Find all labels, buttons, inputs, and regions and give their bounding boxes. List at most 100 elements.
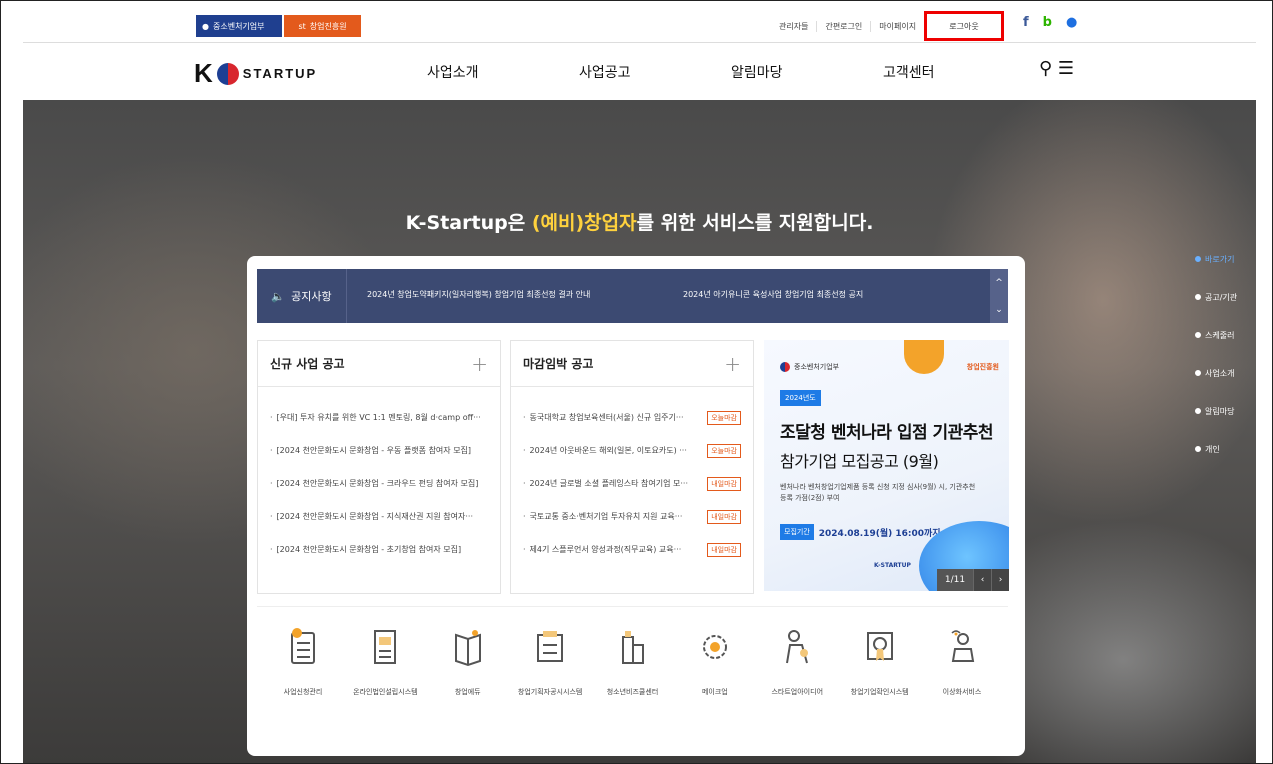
service-item[interactable]: 메이크업: [679, 627, 751, 746]
list-item[interactable]: · [2024 천안문화도시 문화창업 - 초기창업 참여자 모집]: [270, 533, 488, 566]
hero-title-post: 를 위한 서비스를 지원합니다.: [636, 212, 874, 234]
hero-title-pre: K-Startup은: [405, 212, 532, 234]
service-item[interactable]: 창업기업확인시스템: [844, 627, 916, 746]
quicknav-announcements[interactable]: 공고/기관: [1195, 278, 1255, 316]
blog-icon[interactable]: b: [1043, 15, 1052, 30]
notice-item[interactable]: 2024년 아기유니콘 육성사업 창업기업 최종선정 공지: [683, 289, 863, 300]
list-item-text: [2024 천안문화도시 문화창업 - 지식재산권 지원 참여자···: [276, 512, 473, 521]
list-item-text: 국토교통 중소·벤처기업 투자유치 지원 교육···: [529, 512, 683, 521]
list-item-text: [2024 천안문화도시 문화창업 - 우동 플랫폼 참여자 모집]: [276, 446, 472, 455]
hero-section: K-Startup은 (예비)창업자를 위한 서비스를 지원합니다. 바로가기 …: [23, 100, 1256, 763]
service-item[interactable]: 이상화서비스: [926, 627, 998, 746]
certificate-icon: [866, 632, 893, 661]
list-item[interactable]: · [우대] 투자 유치를 위한 VC 1:1 멘토링, 8월 d·camp of…: [270, 401, 488, 434]
speaker-icon: 🔈: [271, 289, 286, 303]
list-item[interactable]: · 국토교통 중소·벤처기업 투자유치 지원 교육··· 내일마감: [523, 500, 741, 533]
box-header: 신규 사업 공고 +: [258, 341, 500, 387]
list-item[interactable]: · [2024 천안문화도시 문화창업 - 우동 플랫폼 참여자 모집]: [270, 434, 488, 467]
period-value: 2024.08.19(월) 16:00까지: [818, 528, 941, 539]
box-title: 마감임박 공고: [523, 357, 594, 371]
plus-icon[interactable]: +: [724, 352, 741, 376]
list-item[interactable]: · 동국대학교 창업보육센터(서울) 신규 입주기··· 오늘마감: [523, 401, 741, 434]
service-item[interactable]: 사업신청관리: [267, 627, 339, 746]
service-item[interactable]: 온라인법인설립시스템: [349, 627, 421, 746]
banner-org: 중소벤처기업부: [780, 362, 839, 372]
ministry-emblem-icon: [780, 362, 790, 372]
deadline-badge: 오늘마감: [707, 410, 741, 425]
service-item[interactable]: 청소년비즈쿨센터: [597, 627, 669, 746]
announcement-list: · [우대] 투자 유치를 위한 VC 1:1 멘토링, 8월 d·camp of…: [258, 387, 500, 566]
deadline-announcements-box: 마감임박 공고 + · 동국대학교 창업보육센터(서울) 신규 입주기··· 오늘마…: [510, 340, 754, 594]
quicknav-dot-icon: [1195, 408, 1201, 414]
list-item[interactable]: · [2024 천안문화도시 문화창업 - 지식재산권 지원 참여자···: [270, 500, 488, 533]
social-icons: f b ●: [1023, 15, 1077, 30]
service-label: 사업신청관리: [283, 688, 323, 696]
nav-notice-board[interactable]: 알림마당: [731, 62, 783, 82]
quicknav-notice-board[interactable]: 알림마당: [1195, 392, 1255, 430]
main-panel: 🔈 공지사항 2024년 창업도약패키지(일자리행복) 창업기업 최종선정 결과…: [247, 256, 1025, 756]
quicknav-personal[interactable]: 개인: [1195, 430, 1255, 468]
list-item-text: 2024년 아웃바운드 해외(일본, 이토요카도) ···: [529, 446, 687, 455]
service-item[interactable]: 스타트업아이디어: [761, 627, 833, 746]
box-title: 신규 사업 공고: [270, 357, 345, 371]
nav-customer-center[interactable]: 고객센터: [883, 62, 935, 82]
notice-label: 🔈 공지사항: [257, 269, 347, 323]
notice-item[interactable]: 2024년 창업도약패키지(일자리행복) 창업기업 최종선정 결과 안내: [367, 289, 590, 300]
hero-title-highlight: (예비)창업자: [531, 212, 637, 234]
deadline-badge: 내일마감: [707, 542, 741, 557]
bee-illustration-icon: [904, 340, 944, 374]
quicknav-dot-icon: [1195, 370, 1201, 376]
quicknav-scheduler[interactable]: 스케줄러: [1195, 316, 1255, 354]
banner-controls: 1/11 ‹ ›: [937, 569, 1009, 591]
quicknav-dot-icon: [1195, 446, 1201, 452]
util-link-admin[interactable]: 관리자들: [771, 21, 816, 32]
chevron-down-icon[interactable]: ⌄: [995, 305, 1003, 315]
list-item-text: [우대] 투자 유치를 위한 VC 1:1 멘토링, 8월 d·camp off…: [276, 413, 481, 422]
notification-icon[interactable]: ●: [1066, 15, 1077, 30]
new-announcements-box: 신규 사업 공고 + · [우대] 투자 유치를 위한 VC 1:1 멘토링, 8…: [257, 340, 501, 594]
facebook-icon[interactable]: f: [1023, 15, 1029, 30]
promo-banner[interactable]: 중소벤처기업부 창업진흥원 2024년도 조달청 벤처나라 입점 기관추천 참가…: [764, 340, 1009, 591]
hamburger-menu-icon[interactable]: ☰: [1058, 58, 1074, 79]
board-icon: [537, 631, 564, 662]
kised-label: 창업진흥원: [309, 21, 347, 31]
banner-prev-button[interactable]: ‹: [973, 569, 991, 591]
nav-business-intro[interactable]: 사업소개: [427, 62, 479, 82]
nav-icons: ⚲ ☰: [1039, 58, 1074, 79]
gov-ministry-link[interactable]: ● 중소벤처기업부: [196, 15, 282, 37]
util-link-mypage[interactable]: 마이페이지: [870, 20, 924, 32]
kised-link[interactable]: st 창업진흥원: [284, 15, 361, 37]
util-link-easy-login[interactable]: 간편로그인: [816, 20, 870, 32]
quicknav-dot-icon: [1195, 256, 1201, 262]
box-header: 마감임박 공고 +: [511, 341, 753, 387]
list-item[interactable]: · 제4기 스플루언서 양성과정(직무교육) 교육··· 내일마감: [523, 533, 741, 566]
page: ● 중소벤처기업부 st 창업진흥원 관리자들 간편로그인 마이페이지 로그아웃…: [23, 5, 1256, 763]
banner-headline: 조달청 벤처나라 입점 기관추천: [780, 423, 994, 443]
list-item-text: [2024 천안문화도시 문화창업 - 초기창업 참여자 모집]: [276, 545, 462, 554]
banner-next-button[interactable]: ›: [991, 569, 1009, 591]
service-shortcuts: 사업신청관리 온라인법인설립시스템 창업에듀 창업기획자공시시스템 청소년비즈쿨…: [257, 606, 1008, 746]
notice-label-text: 공지사항: [291, 290, 332, 303]
search-icon[interactable]: ⚲: [1039, 58, 1052, 79]
list-item[interactable]: · 2024년 아웃바운드 해외(일본, 이토요카도) ··· 오늘마감: [523, 434, 741, 467]
quicknav-business-intro[interactable]: 사업소개: [1195, 354, 1255, 392]
logout-button[interactable]: 로그아웃: [924, 11, 1004, 41]
service-item[interactable]: 창업에듀: [432, 627, 504, 746]
plus-icon[interactable]: +: [471, 352, 488, 376]
deadline-badge: 내일마감: [707, 509, 741, 524]
screenshot-frame: ● 중소벤처기업부 st 창업진흥원 관리자들 간편로그인 마이페이지 로그아웃…: [0, 0, 1273, 764]
banner-subheadline: 참가기업 모집공고 (9월): [780, 452, 939, 471]
document-building-icon: [374, 630, 397, 664]
chevron-up-icon[interactable]: ^: [995, 278, 1003, 288]
person-desk-icon: [951, 630, 975, 662]
logo-taegeuk-icon: [216, 62, 239, 85]
nav-business-announcements[interactable]: 사업공고: [579, 62, 631, 82]
gov-ministry-label: 중소벤처기업부: [212, 21, 265, 31]
quicknav-label: 사업소개: [1205, 368, 1235, 378]
k-startup-logo[interactable]: K STARTUP: [194, 58, 317, 89]
quicknav-shortcut[interactable]: 바로가기: [1195, 240, 1255, 278]
list-item[interactable]: · [2024 천안문화도시 문화창업 - 크라우드 펀딩 참여자 모집]: [270, 467, 488, 500]
list-item[interactable]: · 2024년 글로벌 소셜 플레잉스타 참여기업 모··· 내일마감: [523, 467, 741, 500]
service-item[interactable]: 창업기획자공시시스템: [514, 627, 586, 746]
ministry-emblem-icon: ●: [202, 21, 209, 31]
